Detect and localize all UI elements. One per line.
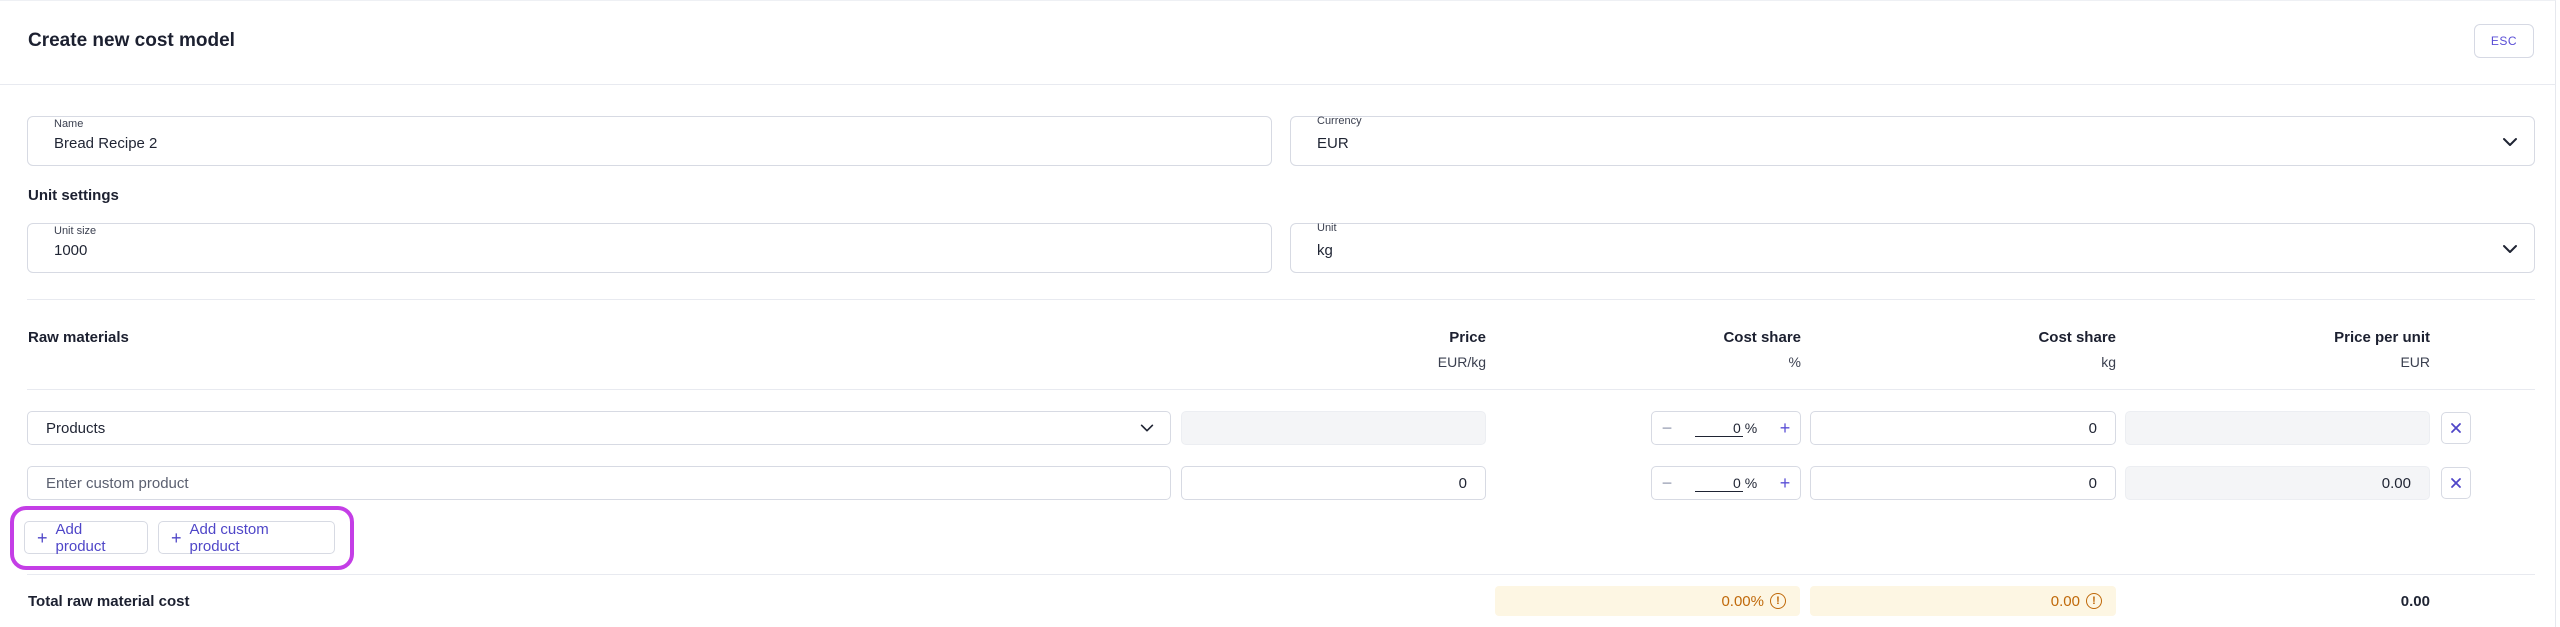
price-field-disabled bbox=[1181, 411, 1486, 445]
plus-icon[interactable]: + bbox=[1770, 468, 1800, 498]
unit-size-field-value: 1000 bbox=[54, 242, 88, 259]
remove-row-button[interactable] bbox=[2441, 412, 2471, 444]
table-header-divider bbox=[27, 389, 2535, 390]
total-price-per-unit: 0.00 bbox=[2400, 593, 2430, 610]
column-unit-price: EUR/kg bbox=[1437, 354, 1486, 370]
chevron-down-icon bbox=[2503, 138, 2517, 146]
name-field[interactable]: Name Bread Recipe 2 bbox=[27, 116, 1272, 166]
custom-product-placeholder: Enter custom product bbox=[46, 475, 189, 492]
total-cost-share-pct-value: 0.00% bbox=[1721, 592, 1764, 610]
price-per-unit-value: 0.00 bbox=[2381, 475, 2411, 492]
dialog-title: Create new cost model bbox=[28, 30, 235, 51]
cost-share-pct-value[interactable]: 0 bbox=[1694, 420, 1743, 437]
column-header-price: Price bbox=[1449, 329, 1486, 346]
close-icon bbox=[2451, 478, 2461, 488]
cost-share-kg-field[interactable]: 0 bbox=[1810, 466, 2116, 500]
price-per-unit-field bbox=[2125, 411, 2430, 445]
unit-settings-heading: Unit settings bbox=[28, 187, 119, 204]
stepper-value[interactable]: 0 % bbox=[1682, 420, 1770, 437]
currency-select[interactable]: Currency EUR bbox=[1290, 115, 2535, 166]
close-icon bbox=[2451, 423, 2461, 433]
price-field[interactable]: 0 bbox=[1181, 466, 1486, 500]
column-header-price-per-unit: Price per unit bbox=[2334, 329, 2430, 346]
minus-icon[interactable]: − bbox=[1652, 413, 1682, 443]
add-buttons-highlight bbox=[10, 506, 354, 570]
total-cost-share-kg-value: 0.00 bbox=[2050, 592, 2080, 610]
column-header-cost-share-kg: Cost share bbox=[2038, 329, 2116, 346]
cost-share-pct-stepper[interactable]: − 0 % + bbox=[1651, 411, 1801, 445]
total-cost-share-kg: 0.00 ! bbox=[1810, 586, 2116, 616]
product-select-placeholder: Products bbox=[46, 420, 106, 437]
chevron-down-icon bbox=[1140, 424, 1154, 432]
column-unit-price-per-unit: EUR bbox=[2400, 354, 2430, 370]
unit-size-field[interactable]: Unit size 1000 bbox=[27, 223, 1272, 273]
percent-sign: % bbox=[1744, 475, 1758, 491]
plus-icon[interactable]: + bbox=[1770, 413, 1800, 443]
name-field-value: Bread Recipe 2 bbox=[54, 135, 158, 152]
price-per-unit-field: 0.00 bbox=[2125, 466, 2430, 500]
totals-divider bbox=[27, 574, 2535, 575]
name-field-label: Name bbox=[54, 118, 84, 130]
unit-select[interactable]: Unit kg bbox=[1290, 222, 2535, 273]
currency-select-value: EUR bbox=[1317, 135, 1349, 152]
remove-row-button[interactable] bbox=[2441, 467, 2471, 499]
esc-button[interactable]: ESC bbox=[2474, 24, 2534, 58]
column-unit-cost-share-kg: kg bbox=[2101, 354, 2116, 370]
column-header-cost-share-pct: Cost share bbox=[1723, 329, 1801, 346]
unit-select-value: kg bbox=[1317, 242, 1333, 259]
product-select[interactable]: Products bbox=[27, 411, 1171, 445]
percent-sign: % bbox=[1744, 420, 1758, 436]
info-circle-icon: ! bbox=[2086, 593, 2102, 609]
modal-container bbox=[0, 0, 2556, 627]
cost-share-pct-value[interactable]: 0 bbox=[1694, 475, 1743, 492]
section-divider bbox=[27, 299, 2535, 300]
stepper-value[interactable]: 0 % bbox=[1682, 475, 1770, 492]
currency-select-label: Currency bbox=[1317, 115, 1362, 127]
total-cost-share-pct: 0.00% ! bbox=[1495, 586, 1800, 616]
chevron-down-icon bbox=[2503, 245, 2517, 253]
minus-icon[interactable]: − bbox=[1652, 468, 1682, 498]
info-circle-icon: ! bbox=[1770, 593, 1786, 609]
column-unit-cost-share-pct: % bbox=[1788, 354, 1801, 370]
header-divider bbox=[0, 84, 2556, 85]
unit-select-label: Unit bbox=[1317, 222, 1337, 234]
total-raw-material-cost-label: Total raw material cost bbox=[28, 593, 190, 610]
cost-share-pct-stepper[interactable]: − 0 % + bbox=[1651, 466, 1801, 500]
cost-share-kg-value: 0 bbox=[2088, 475, 2097, 492]
cost-share-kg-field[interactable]: 0 bbox=[1810, 411, 2116, 445]
unit-size-field-label: Unit size bbox=[54, 225, 97, 237]
cost-share-kg-value: 0 bbox=[2088, 420, 2097, 437]
custom-product-input[interactable]: Enter custom product bbox=[27, 466, 1171, 500]
raw-materials-heading: Raw materials bbox=[28, 329, 129, 346]
price-value: 0 bbox=[1458, 475, 1467, 492]
